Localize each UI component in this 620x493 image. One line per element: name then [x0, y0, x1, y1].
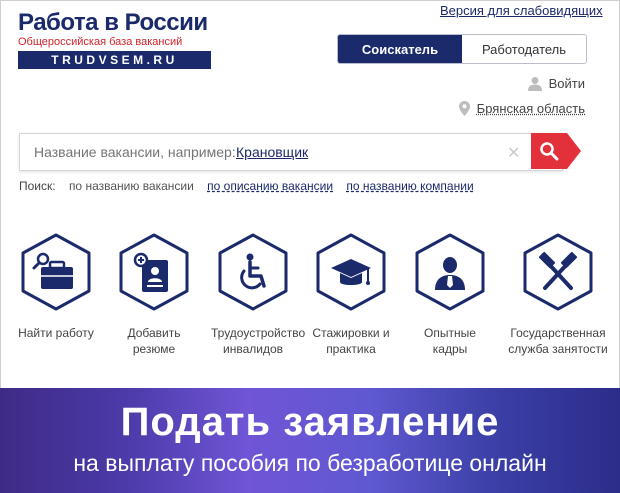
search-example-link[interactable]: Крановщик: [236, 144, 308, 160]
search-mode-vacancy-description[interactable]: по описанию вакансии: [207, 179, 333, 193]
service-disabled-employment[interactable]: Трудоустройство инвалидов: [211, 232, 306, 357]
search-modes-label: Поиск:: [19, 179, 56, 193]
login-label: Войти: [548, 76, 585, 91]
search-mode-vacancy-name[interactable]: по названию вакансии: [69, 179, 194, 193]
service-label: Найти работу: [18, 326, 94, 340]
add-resume-icon: [119, 233, 189, 311]
promo-banner[interactable]: Подать заявление на выплату пособия по б…: [0, 388, 620, 493]
search-modes: Поиск: по названию вакансии по описанию …: [19, 179, 484, 193]
banner-subtitle: на выплату пособия по безработице онлайн: [73, 450, 547, 476]
crossed-hammers-icon: [523, 233, 593, 311]
service-label: Добавить резюме: [127, 326, 181, 356]
region-selector[interactable]: Брянская область: [458, 101, 585, 116]
graduation-cap-icon: [316, 233, 386, 311]
accessibility-version-link[interactable]: Версия для слабовидящих: [440, 3, 603, 18]
role-toggle: Соискатель Работодатель: [337, 34, 587, 64]
service-experienced-staff[interactable]: Опытные кадры: [408, 232, 492, 357]
search-button[interactable]: [531, 133, 567, 169]
search-mode-company-name[interactable]: по названию компании: [346, 179, 473, 193]
clear-icon[interactable]: ✕: [507, 143, 520, 163]
login-link[interactable]: Войти: [527, 76, 585, 91]
search-icon: [540, 142, 559, 161]
search-box: Крановщик ✕: [19, 133, 563, 171]
employer-tab[interactable]: Работодатель: [462, 35, 586, 63]
wheelchair-icon: [218, 233, 288, 311]
service-state-employment[interactable]: Государственная служба занятости: [508, 232, 608, 357]
service-label: Трудоустройство инвалидов: [211, 326, 306, 356]
services-row: Найти работу Добавить резюме Трудоустрой…: [14, 232, 614, 382]
service-internships[interactable]: Стажировки и практика: [309, 232, 393, 357]
service-add-resume[interactable]: Добавить резюме: [112, 232, 196, 357]
logo-subtitle: Общероссийская база вакансий: [18, 36, 183, 48]
site-logo[interactable]: Работа в России Общероссийская база вака…: [18, 10, 213, 69]
banner-title: Подать заявление: [120, 400, 500, 444]
service-label: Стажировки и практика: [312, 326, 390, 356]
user-icon: [527, 77, 542, 91]
person-tie-icon: [415, 233, 485, 311]
logo-domain: TRUDVSEM.RU: [18, 51, 211, 69]
service-label: Опытные кадры: [424, 326, 476, 356]
logo-title: Работа в России: [18, 9, 208, 36]
service-label: Государственная служба занятости: [508, 326, 608, 356]
region-name: Брянская область: [476, 101, 585, 116]
search-button-arrow[interactable]: [567, 133, 581, 169]
jobseeker-tab[interactable]: Соискатель: [338, 35, 462, 63]
briefcase-search-icon: [21, 233, 91, 311]
location-pin-icon: [458, 101, 470, 116]
service-find-job[interactable]: Найти работу: [14, 232, 98, 341]
